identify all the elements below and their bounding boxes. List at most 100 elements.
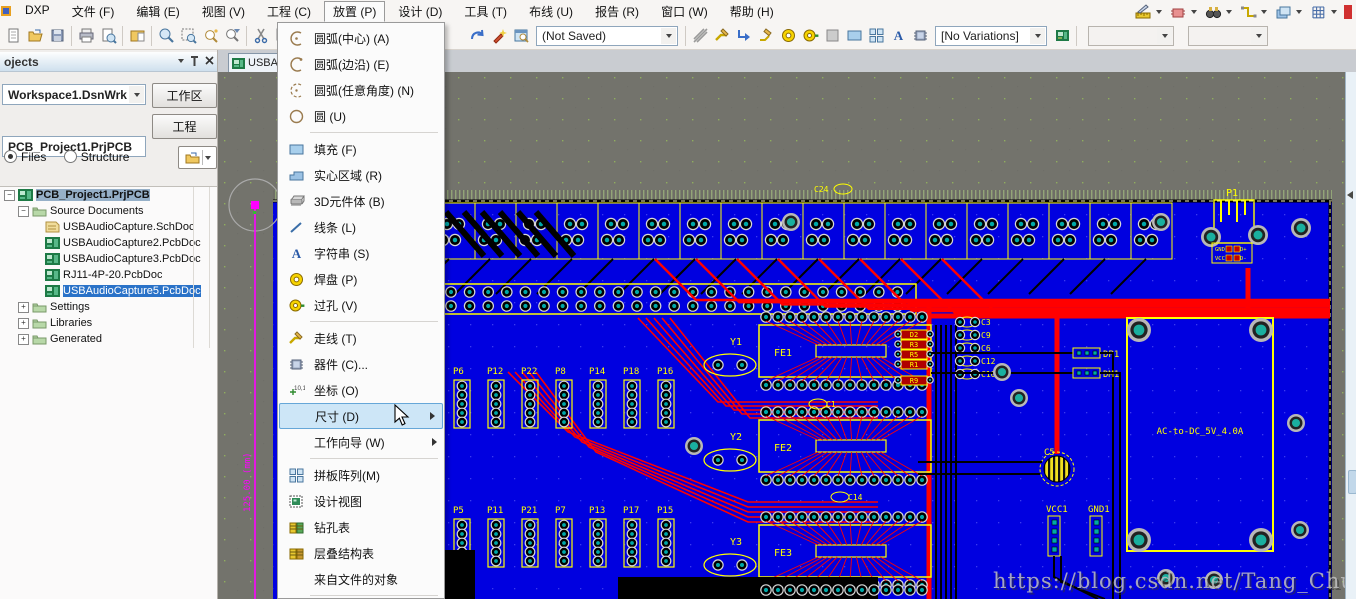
place-menu-item-17[interactable]: 拼板阵列(M): [278, 462, 444, 488]
dropdown-caret-icon[interactable]: [1191, 10, 1197, 14]
toolbar-fill-icon[interactable]: [843, 25, 865, 47]
toolbar-zoom-doc-icon[interactable]: [155, 25, 177, 47]
place-menu-item-14[interactable]: 10,10坐标 (O): [278, 377, 444, 403]
menubar-item-1[interactable]: DXP: [16, 1, 59, 22]
menubar-item-3[interactable]: 编辑 (E): [127, 1, 188, 22]
toolbar-browse-icon[interactable]: [510, 25, 532, 47]
place-menu-item-2[interactable]: 圆弧(边沿) (E): [278, 51, 444, 77]
tree-item-pcb-project1-prjpcb[interactable]: −PCB_Project1.PrjPCB: [0, 187, 217, 203]
tree-expander-icon[interactable]: +: [18, 318, 29, 329]
toolbar-print-preview-icon[interactable]: [97, 25, 119, 47]
tree-item-generated[interactable]: +Generated: [0, 331, 217, 347]
tree-item-usbaudiocapture2-pcbdoc[interactable]: USBAudioCapture2.PcbDoc: [0, 235, 217, 251]
project-button[interactable]: 工程: [152, 114, 217, 139]
empty-combo-1[interactable]: [1088, 26, 1174, 46]
document-tab[interactable]: USBAudioCapture5.PcbDoc: [228, 53, 284, 72]
toolbar-via-icon[interactable]: [799, 25, 821, 47]
panel-menu-icon[interactable]: [178, 59, 184, 63]
menubar-item-2[interactable]: 文件 (F): [63, 1, 124, 22]
workspace-combo[interactable]: Workspace1.DsnWrk: [2, 84, 146, 105]
toolbar-wand-icon[interactable]: [488, 25, 510, 47]
tree-item-source-documents[interactable]: −Source Documents: [0, 203, 217, 219]
toolbar-pcb-green-icon[interactable]: [1051, 25, 1073, 47]
dropdown-caret-icon[interactable]: [1296, 10, 1302, 14]
place-menu-item-3[interactable]: 圆弧(任意角度) (N): [278, 77, 444, 103]
toolbar-save-icon[interactable]: [46, 25, 68, 47]
toolbar-pad-icon[interactable]: [777, 25, 799, 47]
combo-dropdown-icon[interactable]: [661, 28, 676, 44]
toolbar-array-icon[interactable]: [865, 25, 887, 47]
place-menu-item-1[interactable]: 圆弧(中心) (A): [278, 25, 444, 51]
dxp-logo-icon[interactable]: [0, 0, 14, 22]
place-menu-item-10[interactable]: 焊盘 (P): [278, 266, 444, 292]
toolbar-cut-icon[interactable]: [250, 25, 272, 47]
toolbar-new-doc-icon[interactable]: [2, 25, 24, 47]
place-menu-item-4[interactable]: 圆 (U): [278, 103, 444, 129]
place-menu-item-11[interactable]: 过孔 (V): [278, 292, 444, 318]
place-menu-item-9[interactable]: A字符串 (S): [278, 240, 444, 266]
place-menu-item-21[interactable]: 来自文件的对象: [278, 566, 444, 592]
place-menu-item-18[interactable]: 设计视图: [278, 488, 444, 514]
pin-icon[interactable]: [190, 55, 199, 66]
workspace-button[interactable]: 工作区: [152, 83, 217, 108]
toolbar-arc-icon[interactable]: [821, 25, 843, 47]
files-radio[interactable]: [4, 150, 17, 163]
place-menu-item-19[interactable]: 钻孔表: [278, 514, 444, 540]
variations-combo[interactable]: [No Variations]: [935, 26, 1047, 46]
menubar-item-8[interactable]: 工具 (T): [455, 1, 516, 22]
combo-dropdown-icon[interactable]: [1030, 28, 1045, 44]
menubar-item-9[interactable]: 布线 (U): [520, 1, 582, 22]
menubar-item-10[interactable]: 报告 (R): [586, 1, 648, 22]
open-folder-button[interactable]: [178, 146, 217, 169]
tree-item-libraries[interactable]: +Libraries: [0, 315, 217, 331]
place-menu-item-13[interactable]: 器件 (C)...: [278, 351, 444, 377]
document-state-combo[interactable]: (Not Saved): [536, 26, 678, 46]
tree-expander-icon[interactable]: +: [18, 302, 29, 313]
structure-radio[interactable]: [64, 150, 77, 163]
menubar-item-11[interactable]: 窗口 (W): [652, 1, 717, 22]
toolbar-component-icon[interactable]: [909, 25, 931, 47]
dropdown-caret-icon[interactable]: [1261, 10, 1267, 14]
toolbar-panel-icon[interactable]: [126, 25, 148, 47]
net-icon[interactable]: [1237, 1, 1259, 23]
tree-expander-icon[interactable]: −: [18, 206, 29, 217]
tree-item-usbaudiocapture3-pcbdoc[interactable]: USBAudioCapture3.PcbDoc: [0, 251, 217, 267]
combo-dropdown-icon[interactable]: [129, 86, 144, 103]
layers-icon[interactable]: [1272, 1, 1294, 23]
dropdown-caret-icon[interactable]: [1226, 10, 1232, 14]
toolbar-hatch-icon[interactable]: [689, 25, 711, 47]
menubar-item-6[interactable]: 放置 (P): [324, 1, 385, 22]
menubar-item-7[interactable]: 设计 (D): [389, 1, 451, 22]
dropdown-caret-icon[interactable]: [1156, 10, 1162, 14]
place-menu-item-16[interactable]: 工作向导 (W): [278, 429, 444, 455]
binoculars-icon[interactable]: [1202, 1, 1224, 23]
projects-panel-header[interactable]: ojects: [0, 52, 217, 72]
tree-item-settings[interactable]: +Settings: [0, 299, 217, 315]
measure-icon[interactable]: [1132, 1, 1154, 23]
menubar-item-12[interactable]: 帮助 (H): [721, 1, 783, 22]
toolbar-zoom-in-icon[interactable]: [199, 25, 221, 47]
toolbar-route-trace-icon[interactable]: [711, 25, 733, 47]
tree-expander-icon[interactable]: +: [18, 334, 29, 345]
place-menu-item-5[interactable]: 填充 (F): [278, 136, 444, 162]
tree-item-usbaudiocapture5-pcbdoc[interactable]: USBAudioCapture5.PcbDoc: [0, 283, 217, 299]
toolbar-string-icon[interactable]: A: [887, 25, 909, 47]
toolbar-zoom-filter-icon[interactable]: [221, 25, 243, 47]
part-red-icon[interactable]: [1167, 1, 1189, 23]
scrollbar-thumb[interactable]: [1348, 470, 1356, 494]
toolbar-open-icon[interactable]: [24, 25, 46, 47]
toolbar-print-icon[interactable]: [75, 25, 97, 47]
place-menu-item-12[interactable]: 走线 (T): [278, 325, 444, 351]
empty-combo-2[interactable]: [1188, 26, 1268, 46]
toolbar-route-arrow-icon[interactable]: [733, 25, 755, 47]
close-icon[interactable]: [205, 56, 214, 65]
dropdown-caret-icon[interactable]: [1331, 10, 1337, 14]
place-menu-item-7[interactable]: 3D元件体 (B): [278, 188, 444, 214]
toolbar-zoom-area-icon[interactable]: [177, 25, 199, 47]
place-menu-item-8[interactable]: 线条 (L): [278, 214, 444, 240]
collapse-arrow-icon[interactable]: [1347, 191, 1353, 199]
tree-item-rj11-4p-20-pcbdoc[interactable]: RJ11-4P-20.PcbDoc: [0, 267, 217, 283]
toolbar-redo-icon[interactable]: [466, 25, 488, 47]
place-menu-item-20[interactable]: 层叠结构表: [278, 540, 444, 566]
grid-icon[interactable]: [1307, 1, 1329, 23]
